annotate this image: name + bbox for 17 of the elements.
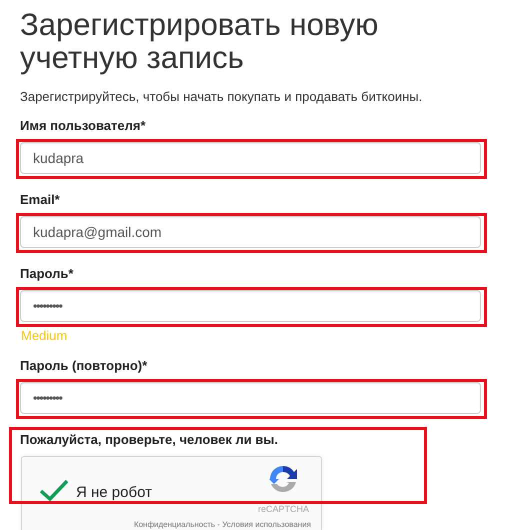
strength-label: Medium xyxy=(21,327,68,345)
input-field[interactable]: ••••••••• xyxy=(20,382,481,414)
check-icon[interactable] xyxy=(39,479,69,501)
input-field[interactable]: ••••••••• xyxy=(20,290,481,322)
recaptcha-icon xyxy=(267,463,300,495)
input-field[interactable]: kudapra xyxy=(20,142,481,174)
field-label: Email* xyxy=(20,191,61,209)
field-label: Пароль (повторно)* xyxy=(20,357,148,375)
field-label: Пароль* xyxy=(20,265,74,283)
captcha-label: Пожалуйста, проверьте, человек ли вы. xyxy=(20,431,280,449)
field-label: Имя пользователя* xyxy=(20,117,147,135)
input-field[interactable]: kudapra@gmail.com xyxy=(20,216,481,248)
privacy-terms-text: Конфиденциальность - Условия использования xyxy=(132,520,311,530)
page-title: Зарегистрировать новую учетную запись xyxy=(20,8,380,74)
subtitle: Зарегистрируйтесь, чтобы начать покупать и продавать биткоины. xyxy=(20,88,424,106)
brand-label: reCAPTCHA xyxy=(258,504,309,514)
checkbox-label: Я не робот xyxy=(76,484,152,501)
